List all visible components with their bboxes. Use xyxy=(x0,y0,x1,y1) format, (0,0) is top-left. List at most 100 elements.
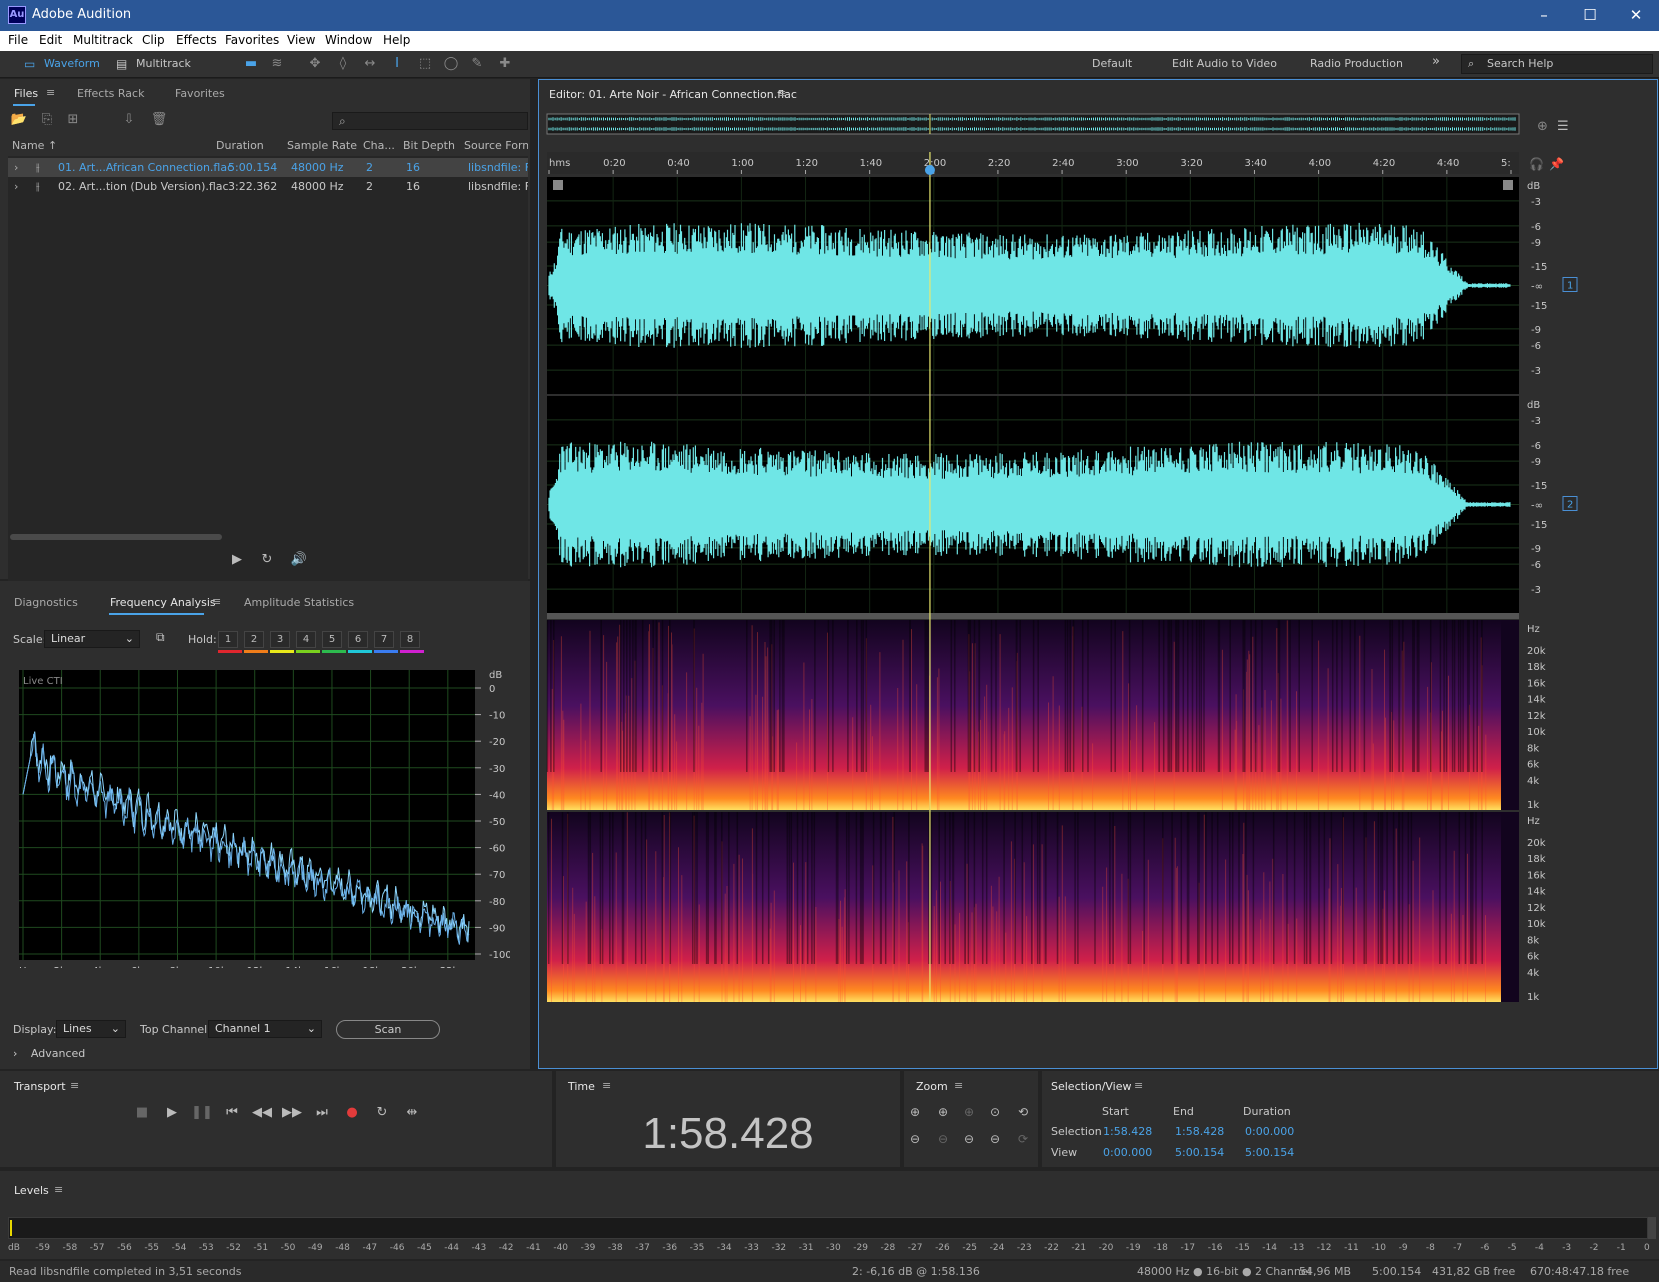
zoom-full-icon[interactable]: ⟲ xyxy=(1018,1105,1028,1119)
pin-icon[interactable]: 📌 xyxy=(1549,156,1564,171)
display-select[interactable]: Lines ⌄ xyxy=(56,1020,126,1038)
rewind-icon[interactable]: ◀◀ xyxy=(251,1102,273,1124)
levels-menu-icon[interactable]: ≡ xyxy=(54,1183,63,1196)
brush-tool-icon[interactable]: ✎ xyxy=(468,55,486,73)
zoom-reset-icon[interactable]: ⟳ xyxy=(1018,1132,1028,1146)
move-tool-icon[interactable]: ✥ xyxy=(306,55,324,73)
stop-icon[interactable]: ■ xyxy=(131,1102,153,1124)
menu-view[interactable]: View xyxy=(287,33,315,47)
healing-tool-icon[interactable]: ✚ xyxy=(496,55,514,73)
spectral-divider[interactable] xyxy=(547,613,1519,619)
slip-tool-icon[interactable]: ↔ xyxy=(361,55,379,73)
panel-menu-icon[interactable]: ≡ xyxy=(212,595,221,608)
maximize-button[interactable]: ☐ xyxy=(1567,0,1613,31)
view-end[interactable]: 5:00.154 xyxy=(1175,1146,1224,1159)
menu-multitrack[interactable]: Multitrack xyxy=(73,33,133,47)
hold-button-7[interactable]: 7 xyxy=(374,631,394,648)
playhead-handle[interactable] xyxy=(924,165,935,175)
hold-button-8[interactable]: 8 xyxy=(400,631,420,648)
hold-button-5[interactable]: 5 xyxy=(322,631,342,648)
hold-button-2[interactable]: 2 xyxy=(244,631,264,648)
tab-amplitude-statistics[interactable]: Amplitude Statistics xyxy=(244,596,354,609)
advanced-expander[interactable]: › Advanced xyxy=(13,1047,85,1060)
horizontal-scrollbar[interactable] xyxy=(10,534,222,540)
scan-button[interactable]: Scan xyxy=(336,1020,440,1039)
hold-button-3[interactable]: 3 xyxy=(270,631,290,648)
search-help-input[interactable]: ⌕ Search Help xyxy=(1461,54,1653,74)
waveform-mode-button[interactable]: ▭ Waveform xyxy=(22,54,104,74)
transport-menu-icon[interactable]: ≡ xyxy=(70,1079,79,1092)
panel-options-icon[interactable]: ☰ xyxy=(1557,119,1569,134)
time-menu-icon[interactable]: ≡ xyxy=(602,1079,611,1092)
workspace-default[interactable]: Default xyxy=(1092,57,1132,70)
delete-icon[interactable]: 🗑 xyxy=(150,111,168,129)
tab-frequency-analysis[interactable]: Frequency Analysis xyxy=(110,596,216,609)
skip-selection-icon[interactable]: ⇹ xyxy=(401,1102,423,1124)
clip-indicator[interactable] xyxy=(1648,1217,1656,1239)
minimize-button[interactable]: – xyxy=(1521,0,1567,31)
new-file-icon[interactable]: ⊞ xyxy=(64,111,82,129)
column-name[interactable]: Name ↑ xyxy=(12,139,57,152)
hold-button-6[interactable]: 6 xyxy=(348,631,368,648)
menu-favorites[interactable]: Favorites xyxy=(225,33,279,47)
workspace-radio-production[interactable]: Radio Production xyxy=(1310,57,1403,70)
menu-window[interactable]: Window xyxy=(325,33,372,47)
tab-favorites[interactable]: Favorites xyxy=(175,87,225,100)
view-start[interactable]: 0:00.000 xyxy=(1103,1146,1152,1159)
selection-duration[interactable]: 0:00.000 xyxy=(1245,1125,1294,1138)
scale-select[interactable]: Linear ⌄ xyxy=(44,630,140,648)
hold-button-4[interactable]: 4 xyxy=(296,631,316,648)
column-source-format[interactable]: Source Forma xyxy=(464,139,528,152)
column-channels[interactable]: Cha... xyxy=(363,139,395,152)
import-file-icon[interactable]: ⎘ xyxy=(38,111,56,129)
selection-view-menu-icon[interactable]: ≡ xyxy=(1134,1079,1143,1092)
marquee-tool-icon[interactable]: ⬚ xyxy=(416,55,434,73)
zoom-out-point-icon[interactable]: ⊖ xyxy=(964,1132,974,1146)
loop-playback-icon[interactable]: ↻ xyxy=(371,1102,393,1124)
time-selection-tool-icon[interactable]: I xyxy=(388,55,406,73)
zoom-in-amplitude-icon[interactable]: ⊕ xyxy=(910,1105,920,1119)
editor-canvas[interactable]: ⊕ ☰hms 0:20 0:40 1:00 1:20 1:40 2:00 2:20 2:40 3:0… xyxy=(539,80,1657,1068)
top-channel-select[interactable]: Channel 1 ⌄ xyxy=(208,1020,322,1038)
fast-forward-icon[interactable]: ▶▶ xyxy=(281,1102,303,1124)
zoom-in-point-icon[interactable]: ⊕ xyxy=(964,1105,974,1119)
view-duration[interactable]: 5:00.154 xyxy=(1245,1146,1294,1159)
play-preview-icon[interactable]: ▶ xyxy=(228,551,246,569)
menu-effects[interactable]: Effects xyxy=(176,33,217,47)
zoom-out-full-icon[interactable]: ⊖ xyxy=(990,1132,1000,1146)
zoom-menu-icon[interactable]: ≡ xyxy=(954,1079,963,1092)
loop-preview-icon[interactable]: ↻ xyxy=(258,551,276,569)
file-row[interactable]: › ⫲ 02. Art...tion (Dub Version).flac 3:… xyxy=(8,177,528,196)
insert-icon[interactable]: ⇩ xyxy=(120,111,138,129)
zoom-out-time-icon[interactable]: ⊖ xyxy=(938,1132,948,1146)
files-search-input[interactable]: ⌕ xyxy=(332,112,528,130)
open-file-icon[interactable]: 📂 xyxy=(10,111,28,129)
column-sample-rate[interactable]: Sample Rate xyxy=(287,139,357,152)
zoom-in-time-icon[interactable]: ⊕ xyxy=(938,1105,948,1119)
zoom-navigator-icon[interactable]: ⊕ xyxy=(1537,119,1548,134)
copy-icon[interactable]: ⧉ xyxy=(156,630,165,645)
hold-button-1[interactable]: 1 xyxy=(218,631,238,648)
skip-to-end-icon[interactable]: ⏭ xyxy=(311,1102,333,1124)
multitrack-mode-button[interactable]: ▤ Multitrack xyxy=(114,54,200,74)
menu-file[interactable]: File xyxy=(8,33,28,47)
selection-end[interactable]: 1:58.428 xyxy=(1175,1125,1224,1138)
skip-to-start-icon[interactable]: ⏮ xyxy=(221,1102,243,1124)
close-button[interactable]: ✕ xyxy=(1613,0,1659,31)
lasso-tool-icon[interactable]: ◯ xyxy=(442,55,460,73)
column-duration[interactable]: Duration xyxy=(216,139,264,152)
menu-help[interactable]: Help xyxy=(383,33,410,47)
fade-in-handle-icon[interactable] xyxy=(553,180,563,190)
record-icon[interactable]: ● xyxy=(341,1102,363,1124)
fade-out-handle-icon[interactable] xyxy=(1503,180,1513,190)
files-menu-icon[interactable]: ≡ xyxy=(46,86,55,99)
zoom-selection-icon[interactable]: ⊙ xyxy=(990,1105,1000,1119)
headphones-icon[interactable]: 🎧 xyxy=(1529,157,1544,171)
menu-edit[interactable]: Edit xyxy=(39,33,62,47)
expand-chevron-icon[interactable]: › xyxy=(14,180,18,193)
selection-start[interactable]: 1:58.428 xyxy=(1103,1125,1152,1138)
pause-icon[interactable]: ❚❚ xyxy=(191,1102,213,1124)
overview-bar[interactable] xyxy=(546,113,1520,135)
tab-effects-rack[interactable]: Effects Rack xyxy=(77,87,144,100)
workspace-edit-audio-to-video[interactable]: Edit Audio to Video xyxy=(1172,57,1277,70)
